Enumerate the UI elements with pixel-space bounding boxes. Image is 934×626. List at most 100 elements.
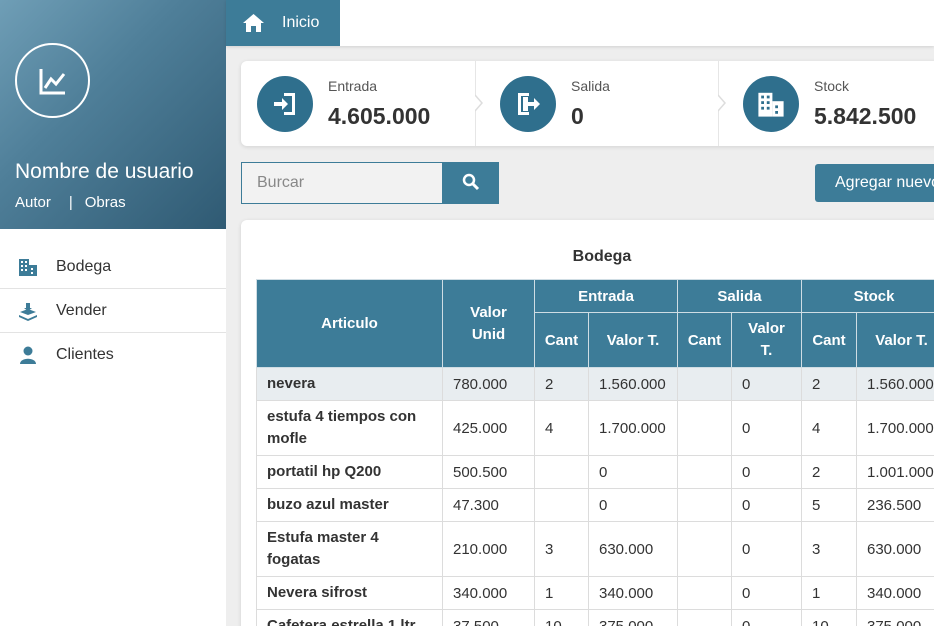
header-cant: Cant [534,312,589,368]
inventory-table: Articulo Valor Unid Entrada Salida Stock… [256,279,934,626]
cell-articulo: portatil hp Q200 [256,455,443,489]
stat-entrada: Entrada 4.605.000 [241,61,475,146]
user-icon [18,345,38,365]
search-bar [241,162,499,204]
cell-valor-unid: 780.000 [442,367,535,401]
user-roles: Autor | Obras [15,194,126,211]
header-valor-unid: Valor Unid [442,279,535,368]
sell-icon [18,301,38,321]
cell-salida-cant [677,400,732,456]
cell-articulo: nevera [256,367,443,401]
role-author-link[interactable]: Autor [15,194,51,211]
cell-articulo: Estufa master 4 fogatas [256,521,443,577]
table-body: nevera 780.000 2 1.560.000 0 2 1.560.000 estufa… [256,367,934,626]
sidebar-item-vender[interactable]: Vender [0,289,226,333]
cell-stock-valor: 236.500 [856,488,934,522]
stat-label: Salida [571,78,610,94]
cell-valor-unid: 425.000 [442,400,535,456]
table-row[interactable]: Cafetera estrella 1 ltr 37.500 10 375.000 0 1… [256,609,934,626]
cell-articulo: Cafetera estrella 1 ltr [256,609,443,626]
cell-salida-cant [677,367,732,401]
header-valor-t: Valor T. [856,312,934,368]
search-input[interactable] [241,162,443,204]
enter-icon [257,76,313,132]
cell-stock-cant: 10 [801,609,857,626]
cell-salida-valor: 0 [731,488,802,522]
cell-stock-valor: 340.000 [856,576,934,610]
cell-stock-cant: 2 [801,455,857,489]
cell-valor-unid: 210.000 [442,521,535,577]
user-name: Nombre de usuario [15,160,194,183]
cell-stock-cant: 2 [801,367,857,401]
inventory-panel: Bodega Articulo Valor Unid Entrada Salid… [241,220,934,626]
cell-valor-unid: 37.500 [442,609,535,626]
stat-value: 0 [571,103,584,129]
cell-entrada-valor: 0 [588,455,678,489]
cell-stock-valor: 375.000 [856,609,934,626]
cell-salida-valor: 0 [731,609,802,626]
cell-entrada-cant: 10 [534,609,589,626]
cell-articulo: buzo azul master [256,488,443,522]
header-cant: Cant [677,312,732,368]
stat-label: Entrada [328,78,378,94]
table-row[interactable]: portatil hp Q200 500.500 0 0 2 1.001.000 [256,455,934,489]
header-articulo: Articulo [256,279,443,368]
table-row[interactable]: Nevera sifrost 340.000 1 340.000 0 1 340.000 [256,576,934,610]
header-valor-t: Valor T. [588,312,678,368]
cell-entrada-cant [534,488,589,522]
cell-entrada-cant: 1 [534,576,589,610]
stat-label: Stock [814,78,850,94]
cell-stock-valor: 1.001.000 [856,455,934,489]
cell-entrada-cant: 4 [534,400,589,456]
header-cant: Cant [801,312,857,368]
building-icon [743,76,799,132]
cell-salida-valor: 0 [731,521,802,577]
cell-entrada-valor: 1.700.000 [588,400,678,456]
table-row[interactable]: Estufa master 4 fogatas 210.000 3 630.000 0 3… [256,521,934,577]
cell-salida-cant [677,521,732,577]
sidebar-item-clientes[interactable]: Clientes [0,333,226,377]
header-entrada: Entrada [534,279,678,313]
sidebar-item-label: Vender [56,301,107,319]
stat-value: 4.605.000 [328,103,431,129]
cell-salida-cant [677,488,732,522]
cell-articulo: Nevera sifrost [256,576,443,610]
table-row[interactable]: buzo azul master 47.300 0 0 5 236.500 [256,488,934,522]
header-valor-t: Valor T. [731,312,802,368]
tab-inicio[interactable]: Inicio [226,0,340,46]
cell-salida-valor: 0 [731,455,802,489]
table-row[interactable]: estufa 4 tiempos con mofle 425.000 4 1.700.… [256,400,934,456]
header-salida: Salida [677,279,802,313]
cell-salida-valor: 0 [731,367,802,401]
stats-card: Entrada 4.605.000 Salida 0 Stock 5.842.5… [241,61,934,146]
stat-value: 5.842.500 [814,103,917,129]
stat-stock: Stock 5.842.500 [727,61,934,146]
cell-entrada-cant [534,455,589,489]
cell-entrada-valor: 375.000 [588,609,678,626]
cell-stock-valor: 1.700.000 [856,400,934,456]
table-row[interactable]: nevera 780.000 2 1.560.000 0 2 1.560.000 [256,367,934,401]
cell-salida-valor: 0 [731,400,802,456]
cell-entrada-cant: 2 [534,367,589,401]
cell-stock-cant: 1 [801,576,857,610]
search-icon [462,173,480,194]
sidebar-nav: Bodega Vender Clientes [0,245,226,377]
sidebar-item-label: Clientes [56,346,114,363]
search-button[interactable] [443,162,499,204]
cell-valor-unid: 340.000 [442,576,535,610]
sidebar-item-bodega[interactable]: Bodega [0,245,226,289]
cell-entrada-valor: 1.560.000 [588,367,678,401]
add-new-button[interactable]: Agregar nuevo [815,164,934,202]
building-icon [18,257,38,277]
cell-stock-cant: 3 [801,521,857,577]
sidebar-item-label: Bodega [56,257,112,275]
sidebar: Nombre de usuario Autor | Obras Bodega V… [0,0,226,626]
exit-icon [500,76,556,132]
cell-salida-cant [677,609,732,626]
tab-label: Inicio [282,14,320,31]
header-stock: Stock [801,279,934,313]
top-bar: Inicio [226,0,934,46]
table-title: Bodega [572,248,632,265]
role-works-link[interactable]: Obras [85,194,126,211]
sidebar-header: Nombre de usuario Autor | Obras [0,0,226,229]
